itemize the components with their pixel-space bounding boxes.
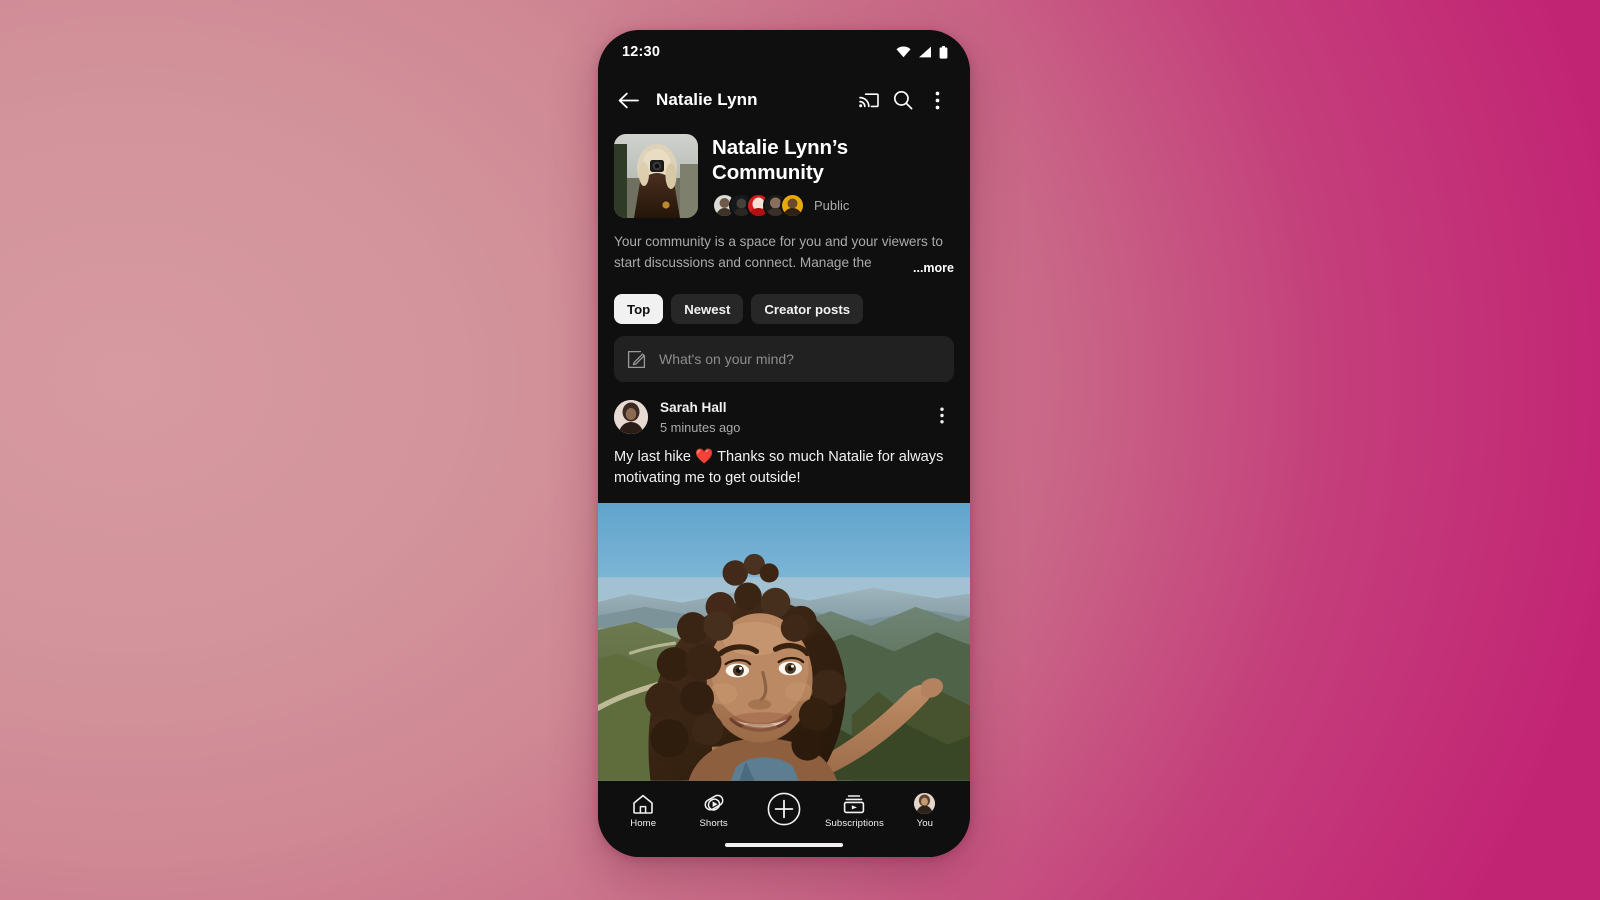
- member-avatar-stack[interactable]: [712, 193, 805, 219]
- privacy-label: Public: [814, 198, 850, 214]
- cast-icon[interactable]: [852, 83, 886, 117]
- filter-chip-row: Top Newest Creator posts: [598, 274, 970, 324]
- community-subline: Public: [712, 193, 954, 219]
- bottom-navigation: Home Shorts Subscriptions You: [598, 781, 970, 843]
- status-bar: 12:30: [598, 30, 970, 74]
- home-icon: [632, 794, 654, 814]
- filter-chip-newest[interactable]: Newest: [671, 294, 744, 324]
- more-vertical-icon[interactable]: [920, 83, 954, 117]
- nav-label-home: Home: [630, 817, 657, 829]
- community-description-wrap: Your community is a space for you and yo…: [598, 218, 970, 275]
- wifi-icon: [896, 46, 911, 58]
- composer-placeholder: What's on your mind?: [659, 351, 794, 367]
- post-body-part-1: My last hike: [614, 448, 696, 465]
- member-avatar: [780, 193, 805, 219]
- heart-emoji-icon: ❤️: [695, 448, 714, 465]
- shorts-icon: [703, 794, 725, 814]
- nav-label-shorts: Shorts: [699, 817, 728, 829]
- post-identity: Sarah Hall 5 minutes ago: [660, 400, 918, 435]
- create-plus-icon: [767, 792, 801, 826]
- filter-chip-top[interactable]: Top: [614, 294, 664, 324]
- filter-chip-creator-posts[interactable]: Creator posts: [751, 294, 864, 324]
- post-timestamp: 5 minutes ago: [660, 419, 741, 435]
- nav-item-home[interactable]: Home: [608, 794, 678, 829]
- page-title: Natalie Lynn: [656, 90, 758, 109]
- community-header: Natalie Lynn’s Community Public: [598, 126, 970, 219]
- community-title: Natalie Lynn’s Community: [712, 136, 849, 185]
- post-body: My last hike ❤️ Thanks so much Natalie f…: [614, 447, 954, 489]
- community-meta: Natalie Lynn’s Community Public: [712, 134, 954, 219]
- composer-bar[interactable]: What's on your mind?: [614, 336, 954, 382]
- post-card: Sarah Hall 5 minutes ago My last hike ❤️…: [598, 382, 970, 489]
- compose-pencil-icon: [627, 350, 646, 369]
- nav-item-subscriptions[interactable]: Subscriptions: [819, 794, 889, 829]
- nav-item-shorts[interactable]: Shorts: [678, 794, 748, 829]
- app-bar: Natalie Lynn: [598, 74, 970, 126]
- post-author-name: Sarah Hall: [660, 400, 727, 415]
- status-bar-clock: 12:30: [622, 44, 661, 60]
- nav-label-you: You: [916, 818, 934, 829]
- home-indicator: [598, 843, 970, 857]
- nav-item-you[interactable]: You: [890, 793, 960, 829]
- post-more-vertical-icon[interactable]: [930, 400, 954, 430]
- community-thumbnail[interactable]: [614, 134, 698, 218]
- show-more-link[interactable]: ...more: [889, 261, 954, 275]
- status-bar-icons: [896, 45, 948, 59]
- search-icon[interactable]: [886, 83, 920, 117]
- post-author-avatar[interactable]: [614, 400, 648, 434]
- subscriptions-icon: [843, 794, 865, 814]
- nav-label-subscriptions: Subscriptions: [824, 817, 884, 829]
- nav-item-create[interactable]: [749, 792, 819, 830]
- phone-frame: 12:30 Natalie Lynn Natalie Lynn’s Commun…: [598, 30, 970, 857]
- app-screen: 12:30 Natalie Lynn Natalie Lynn’s Commun…: [598, 30, 970, 857]
- battery-icon: [939, 45, 948, 59]
- post-header: Sarah Hall 5 minutes ago: [614, 400, 954, 435]
- account-avatar-icon: [914, 793, 936, 814]
- cell-signal-icon: [918, 46, 932, 58]
- back-arrow-icon[interactable]: [614, 86, 642, 114]
- post-image[interactable]: [598, 503, 970, 781]
